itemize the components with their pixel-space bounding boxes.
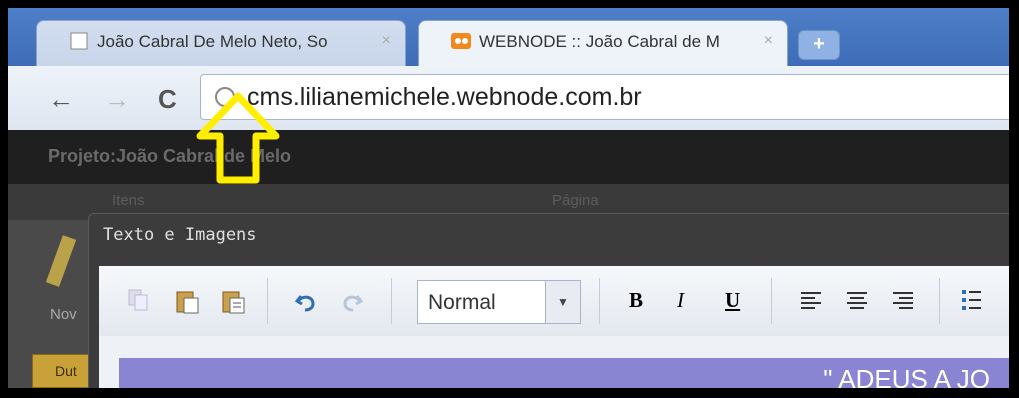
chevron-down-icon[interactable]: ▼	[545, 281, 580, 323]
tab-title: WEBNODE :: João Cabral de M	[479, 32, 720, 51]
toolbar-separator	[771, 278, 772, 324]
content-heading[interactable]: " ADEUS A JO	[823, 364, 990, 388]
redo-icon[interactable]	[341, 290, 363, 312]
tab-title: João Cabral De Melo Neto, So	[97, 32, 328, 51]
align-right-icon[interactable]	[891, 290, 915, 312]
text-images-dialog: Texto e Imagens Normal ▼ B I U " ADEUS A…	[88, 213, 1009, 388]
paste-text-icon[interactable]	[221, 288, 245, 314]
screenshot-frame: João Cabral De Melo Neto, So × WEBNODE :…	[8, 8, 1009, 388]
address-url[interactable]: cms.lilianemichele.webnode.com.br	[247, 83, 642, 112]
italic-button[interactable]: I	[677, 288, 684, 313]
browser-tab-1[interactable]: João Cabral De Melo Neto, So ×	[36, 20, 406, 66]
copy-icon[interactable]	[127, 288, 149, 312]
toolbar-separator	[939, 278, 940, 324]
format-select[interactable]: Normal ▼	[417, 280, 581, 324]
bold-button[interactable]: B	[629, 288, 643, 313]
dialog-title: Texto e Imagens	[103, 225, 257, 245]
align-center-icon[interactable]	[845, 290, 869, 312]
underline-button[interactable]: U	[725, 288, 740, 313]
new-item-label[interactable]: Nov	[50, 306, 77, 323]
reload-button[interactable]: C	[158, 84, 177, 115]
annotation-arrow-icon	[196, 92, 280, 184]
rich-text-editor: Normal ▼ B I U " ADEUS A JO	[99, 266, 1009, 388]
page-favicon-icon	[70, 32, 88, 50]
undo-icon[interactable]	[295, 290, 317, 312]
toolbar-separator	[391, 278, 392, 324]
pencil-icon	[45, 235, 77, 287]
paste-icon[interactable]	[175, 288, 199, 314]
align-left-icon[interactable]	[799, 290, 823, 312]
editor-toolbar: Normal ▼ B I U	[99, 266, 1009, 336]
tab-close-icon[interactable]: ×	[764, 32, 773, 50]
cms-left-pane: Nov Dut	[8, 220, 92, 388]
format-select-value: Normal	[428, 291, 496, 314]
editor-content[interactable]: " ADEUS A JO	[119, 358, 1009, 388]
browser-toolbar: ← → C cms.lilianemichele.webnode.com.br	[8, 66, 1009, 131]
browser-tab-strip: João Cabral De Melo Neto, So × WEBNODE :…	[8, 8, 1009, 66]
browser-tab-2[interactable]: WEBNODE :: João Cabral de M ×	[418, 20, 788, 66]
toolbar-separator	[267, 278, 268, 324]
tab-close-icon[interactable]: ×	[382, 32, 391, 50]
toolbar-separator	[599, 278, 600, 324]
new-tab-button[interactable]: +	[798, 30, 840, 60]
left-pane-button[interactable]: Dut	[32, 354, 92, 388]
address-bar[interactable]: cms.lilianemichele.webnode.com.br	[200, 74, 1009, 120]
back-button[interactable]: ←	[48, 84, 74, 115]
column-items: Itens	[112, 192, 145, 209]
forward-button[interactable]: →	[104, 84, 130, 115]
column-page: Página	[552, 192, 599, 209]
cms-header: Projeto:João Cabral de Melo	[8, 130, 1009, 184]
numbered-list-icon[interactable]	[961, 288, 981, 314]
webnode-favicon-icon	[451, 33, 471, 49]
